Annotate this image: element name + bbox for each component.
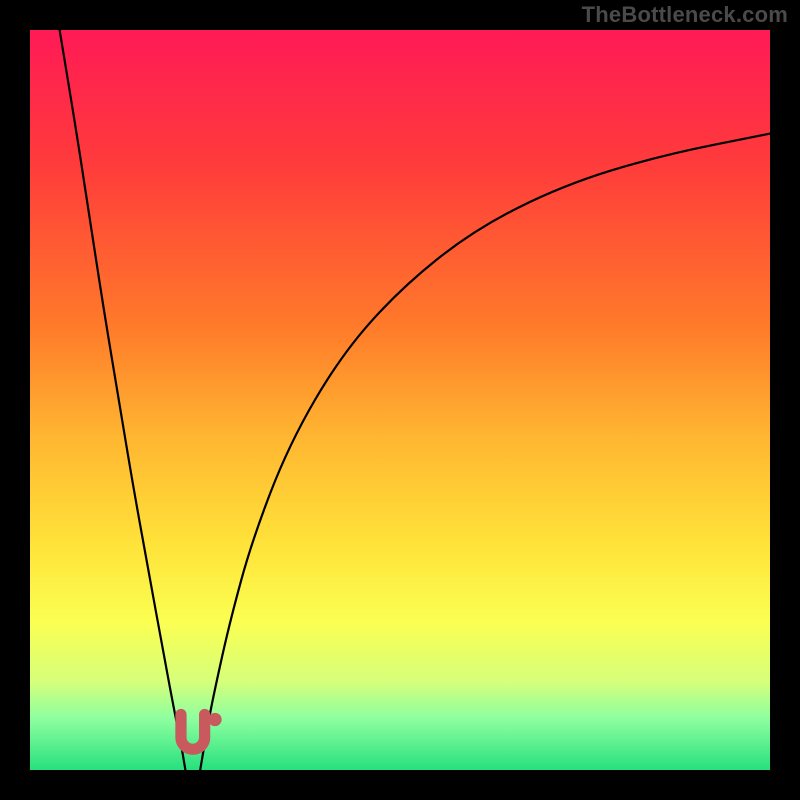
- watermark-text: TheBottleneck.com: [582, 2, 788, 28]
- bottleneck-chart: [0, 0, 800, 800]
- plot-background: [30, 30, 770, 770]
- chart-frame: TheBottleneck.com: [0, 0, 800, 800]
- minimum-dot: [208, 713, 221, 726]
